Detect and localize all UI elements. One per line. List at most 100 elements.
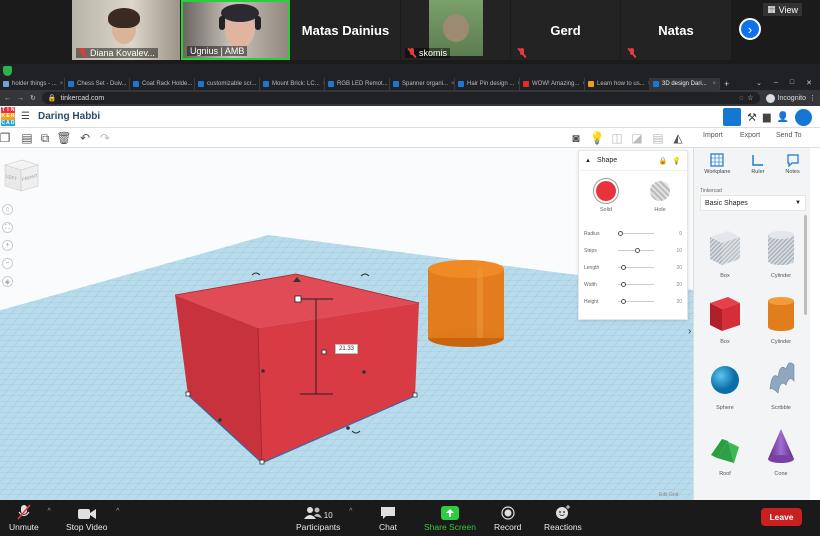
parameter-slider[interactable]	[618, 264, 654, 270]
close-icon[interactable]: ✕	[806, 79, 812, 87]
parameter-slider[interactable]	[618, 247, 654, 253]
add-user-icon[interactable]: 👤	[777, 112, 789, 123]
shape-item-box-red[interactable]: Box	[698, 293, 752, 353]
next-page-button[interactable]: ›	[739, 18, 761, 40]
back-icon[interactable]: ←	[4, 95, 11, 102]
browser-tab[interactable]: Mount Brick: LC...×	[260, 78, 325, 90]
shape-item-sphere[interactable]: Sphere	[698, 359, 752, 419]
shape-item-cylinder-hole[interactable]: Cylinder	[754, 227, 808, 287]
solid-option[interactable]: Solid	[596, 181, 616, 213]
parameter-slider[interactable]	[618, 230, 654, 236]
chevron-down-icon[interactable]: ⌄	[756, 79, 762, 87]
browser-tab-active[interactable]: 3D design Dari... ×	[650, 78, 720, 90]
workplane-tool[interactable]: Workplane	[704, 153, 730, 186]
slider-handle[interactable]	[618, 230, 623, 236]
bulb-icon[interactable]: 💡	[672, 157, 681, 165]
slider-handle[interactable]	[621, 281, 626, 287]
hole-swatch[interactable]	[650, 181, 670, 201]
briefcase-icon[interactable]: ▆	[763, 112, 771, 123]
slider-handle[interactable]	[635, 247, 640, 253]
notes-tool[interactable]: Notes	[785, 153, 800, 186]
stop-video-button[interactable]: Stop Video ^	[66, 502, 119, 532]
browser-tab[interactable]: Coat Rack Holde...×	[130, 78, 195, 90]
home-view-button[interactable]: ⌂	[2, 204, 13, 215]
design-title[interactable]: Daring Habbi	[38, 111, 100, 122]
chevron-up-icon[interactable]: ^	[116, 508, 119, 515]
browser-tab[interactable]: RGB LED Remot...×	[325, 78, 390, 90]
zoom-out-button[interactable]: −	[2, 258, 13, 269]
send-to-button[interactable]: Send To	[776, 132, 802, 139]
participant-tile[interactable]: Natas	[621, 0, 731, 60]
export-button[interactable]: Export	[740, 132, 760, 139]
duplicate-icon[interactable]: ⧉	[38, 131, 52, 145]
participant-tile[interactable]: Gerd	[511, 0, 620, 60]
participant-tile[interactable]: skomis	[401, 0, 510, 60]
menu-dots-icon[interactable]: ⋮	[809, 94, 816, 102]
close-icon[interactable]: ×	[712, 81, 716, 87]
parameter-slider[interactable]	[618, 281, 654, 287]
view-button[interactable]: ▦ View	[763, 3, 802, 16]
group-icon[interactable]: ◫	[610, 131, 624, 145]
shape-item-cone[interactable]: Cone	[754, 425, 808, 485]
url-field[interactable]: 🔒 tinkercad.com ◌ ☆	[41, 92, 760, 104]
browser-tab[interactable]: customizable scr...×	[195, 78, 260, 90]
parameter-value[interactable]: 20	[676, 265, 682, 271]
shape-item-box-hole[interactable]: Box	[698, 227, 752, 287]
minimize-icon[interactable]: –	[774, 79, 778, 87]
ruler-tool[interactable]: Ruler	[751, 153, 765, 186]
parameter-value[interactable]: 20	[676, 299, 682, 305]
browser-tab[interactable]: Chess Set - Duiv...×	[65, 78, 130, 90]
share-screen-button[interactable]: Share Screen	[424, 502, 476, 532]
parameter-value[interactable]: 10	[676, 248, 682, 254]
parameter-value[interactable]: 0	[679, 231, 682, 237]
participant-tile-active-speaker[interactable]: Ugnius | AMB	[181, 0, 290, 60]
mirror-icon[interactable]: ◭	[671, 131, 685, 145]
notes-visibility-icon[interactable]: ◙	[569, 131, 583, 145]
chevron-up-icon[interactable]: ^	[47, 508, 50, 515]
trash-icon[interactable]: 🗑	[56, 131, 71, 145]
avatar[interactable]	[795, 108, 812, 126]
maximize-icon[interactable]: □	[790, 79, 794, 87]
dimension-input[interactable]: 21.33	[335, 344, 359, 354]
browser-tab[interactable]: Learn how to us...×	[585, 78, 650, 90]
align-icon[interactable]: ▤	[651, 131, 665, 145]
shape-item-cylinder-orange[interactable]: Cylinder	[754, 293, 808, 353]
collapse-triangle-icon[interactable]: ▲	[585, 158, 591, 164]
lock-icon[interactable]: 🔒	[659, 157, 668, 165]
import-button[interactable]: Import	[703, 132, 723, 139]
parameter-value[interactable]: 20	[676, 282, 682, 288]
zoom-in-button[interactable]: +	[2, 240, 13, 251]
participants-button[interactable]: 10 Participants ^	[296, 502, 352, 532]
reload-icon[interactable]: ↻	[30, 94, 36, 102]
shape-item-scribble[interactable]: Scribble	[754, 359, 808, 419]
parameter-slider[interactable]	[618, 298, 654, 304]
forward-icon[interactable]: →	[17, 95, 24, 102]
incognito-indicator[interactable]: Incognito ⋮	[765, 93, 816, 103]
collapse-panel-chevron-icon[interactable]: ›	[688, 326, 691, 337]
ungroup-icon[interactable]: ◪	[630, 131, 644, 145]
browser-tab[interactable]: Hair Pin design ...×	[455, 78, 520, 90]
design-list-icon[interactable]: ☰	[21, 111, 30, 122]
hammer-icon[interactable]: ⚒	[747, 111, 757, 124]
browser-tab[interactable]: Spanner organi... ×	[390, 78, 455, 90]
participant-tile[interactable]: Matas Dainius	[291, 0, 400, 60]
browser-tab[interactable]: WOW! Amazing...×	[520, 78, 585, 90]
eye-off-icon[interactable]: ◌	[739, 95, 743, 102]
chat-button[interactable]: Chat	[379, 502, 397, 532]
paste-icon[interactable]: ▤	[20, 131, 34, 145]
tinkercad-logo[interactable]: T I N K E R C A D	[1, 106, 15, 127]
reactions-button[interactable]: Reactions	[544, 502, 582, 532]
solid-color-swatch[interactable]	[596, 181, 616, 201]
cylinder-shape[interactable]	[428, 260, 504, 347]
leave-button[interactable]: Leave	[761, 508, 802, 526]
chevron-up-icon[interactable]: ^	[349, 508, 352, 515]
unmute-button[interactable]: Unmute ^	[9, 502, 51, 532]
edit-grid-link[interactable]: Edit Grid	[659, 492, 678, 498]
star-icon[interactable]: ☆	[747, 94, 753, 102]
new-tab-button[interactable]: +	[724, 79, 729, 89]
participant-tile[interactable]: Diana Kovalev...	[72, 0, 180, 60]
shape-library-select[interactable]: Basic Shapes ▼	[700, 195, 806, 211]
copy-icon[interactable]: ❐	[0, 131, 12, 145]
perspective-button[interactable]: ◈	[2, 276, 13, 287]
slider-handle[interactable]	[621, 264, 626, 270]
